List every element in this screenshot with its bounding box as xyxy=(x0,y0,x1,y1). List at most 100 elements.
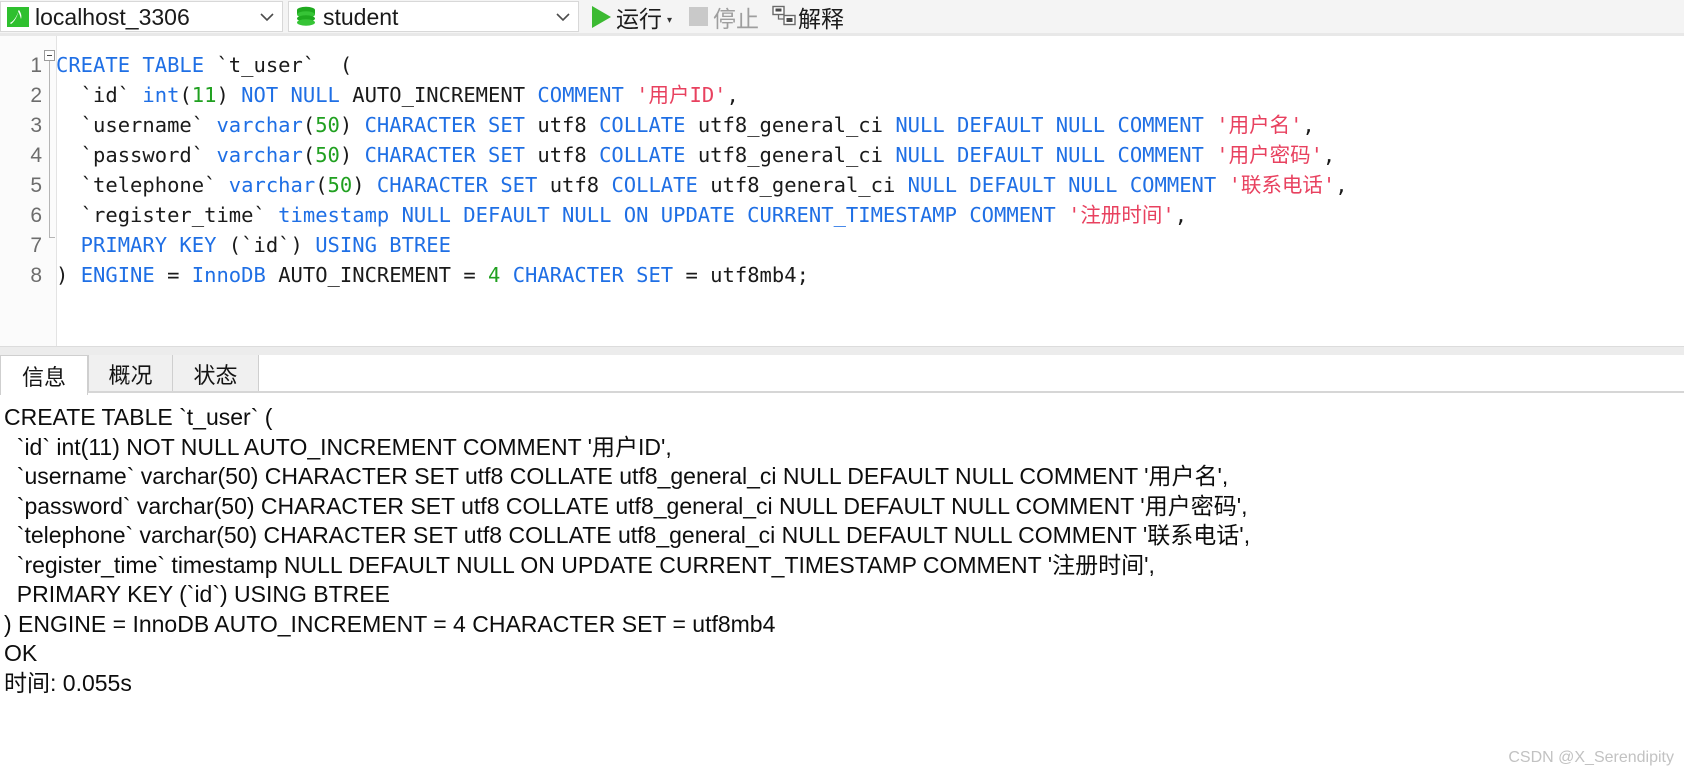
sql-token-pl: utf8 xyxy=(537,143,600,167)
fold-marker xyxy=(42,252,56,282)
sql-token-str: '联系电话' xyxy=(1228,173,1336,197)
sql-line-text: ) ENGINE = InnoDB AUTO_INCREMENT = 4 CHA… xyxy=(56,260,1684,290)
sql-token-pl: , xyxy=(1174,203,1188,227)
sql-token-pl: ) xyxy=(339,143,365,167)
fold-guide-line xyxy=(49,61,50,72)
fold-guide-line xyxy=(49,102,50,132)
run-button[interactable]: 运行 ▾ xyxy=(579,0,676,33)
sql-token-pl: ) xyxy=(56,263,81,287)
stop-button[interactable]: 停止 xyxy=(676,0,763,33)
sql-token-kw: COLLATE xyxy=(599,143,698,167)
database-selector[interactable]: student xyxy=(288,1,579,32)
chevron-down-icon[interactable] xyxy=(548,8,578,26)
fold-marker xyxy=(42,192,56,222)
message-output-panel[interactable]: CREATE TABLE `t_user` ( `id` int(11) NOT… xyxy=(0,394,1684,775)
sql-token-num: 50 xyxy=(315,143,340,167)
output-line: ) ENGINE = InnoDB AUTO_INCREMENT = 4 CHA… xyxy=(4,610,776,637)
sql-line-text: `id` int(11) NOT NULL AUTO_INCREMENT COM… xyxy=(56,80,1684,110)
line-number: 2 xyxy=(30,84,42,107)
toolbar: localhost_3306 student 运行 ▾ 停止 解释 xyxy=(0,0,1684,33)
tab-bar-baseline xyxy=(0,391,1684,393)
sql-token-kw: NULL DEFAULT NULL COMMENT xyxy=(895,143,1217,167)
sql-code-area[interactable]: 1 CREATE TABLE `t_user` ( 2 `id` int(11) N… xyxy=(0,42,1684,287)
line-number: 1 xyxy=(30,54,42,77)
sql-token-pl: utf8 xyxy=(537,113,600,137)
explain-button-label: 解释 xyxy=(798,5,845,32)
sql-token-pl: (`id`) xyxy=(228,233,316,257)
sql-token-pl: ( xyxy=(315,173,328,197)
sql-token-str: '用户ID' xyxy=(636,83,727,107)
output-line: OK xyxy=(4,640,38,666)
fold-marker xyxy=(42,162,56,192)
sql-line-text: `telephone` varchar(50) CHARACTER SET ut… xyxy=(56,170,1684,200)
play-icon xyxy=(592,5,611,28)
line-number: 7 xyxy=(30,234,42,257)
sql-token-kw: timestamp NULL DEFAULT NULL ON UPDATE CU… xyxy=(278,203,1069,227)
output-line: `username` varchar(50) CHARACTER SET utf… xyxy=(4,463,1229,489)
line-number: 8 xyxy=(30,264,42,287)
sql-line-text: CREATE TABLE `t_user` ( xyxy=(56,50,1684,80)
navicat-connection-icon xyxy=(5,4,31,30)
output-line: 时间: 0.055s xyxy=(4,669,132,696)
sql-token-pl: utf8_general_ci xyxy=(710,173,908,197)
sql-token-kw: CHARACTER SET xyxy=(500,263,686,287)
sql-token-str: '用户密码' xyxy=(1216,143,1323,167)
run-button-label: 运行 xyxy=(616,5,662,32)
tab-bar-filler xyxy=(259,355,1684,393)
sql-token-pl: `username` xyxy=(56,113,217,137)
fold-guide-line xyxy=(49,132,50,162)
sql-token-pl: AUTO_INCREMENT xyxy=(352,83,538,107)
stop-button-label: 停止 xyxy=(713,5,760,32)
output-line: `telephone` varchar(50) CHARACTER SET ut… xyxy=(4,522,1251,548)
fold-collapse-icon[interactable] xyxy=(44,50,55,61)
result-tab-bar: 信息 概况 状态 xyxy=(0,355,1684,395)
sql-token-kw: InnoDB xyxy=(191,263,279,287)
sql-editor[interactable]: 1 CREATE TABLE `t_user` ( 2 `id` int(11) N… xyxy=(0,36,1684,346)
tab-profile[interactable]: 概况 xyxy=(88,355,173,393)
chevron-down-icon[interactable] xyxy=(252,8,282,26)
sql-token-pl: , xyxy=(1335,173,1348,197)
sql-token-kw: PRIMARY KEY xyxy=(56,233,229,257)
sql-token-pl: `register_time` xyxy=(56,203,279,227)
sql-token-pl: , xyxy=(1322,143,1336,167)
line-number: 4 xyxy=(30,144,42,167)
sql-token-kw: USING BTREE xyxy=(315,233,451,257)
sql-token-num: 50 xyxy=(327,173,353,197)
sql-token-str: '注册时间' xyxy=(1068,203,1175,227)
navicat-query-editor-window: localhost_3306 student 运行 ▾ 停止 解释 1 CREA… xyxy=(0,0,1684,775)
tab-status[interactable]: 状态 xyxy=(173,355,259,393)
sql-line-text: `password` varchar(50) CHARACTER SET utf… xyxy=(56,140,1684,170)
tab-info[interactable]: 信息 xyxy=(0,355,88,395)
sql-token-kw: CHARACTER SET xyxy=(364,143,538,167)
sql-line-text: PRIMARY KEY (`id`) USING BTREE xyxy=(56,230,1684,260)
sql-token-num: 11 xyxy=(191,83,217,107)
tab-status-label: 状态 xyxy=(193,363,238,388)
panel-splitter[interactable] xyxy=(0,346,1684,355)
sql-token-kw: varchar xyxy=(216,113,303,137)
run-dropdown-caret-icon[interactable]: ▾ xyxy=(667,15,672,26)
fold-marker[interactable] xyxy=(42,42,56,72)
fold-guide-line xyxy=(49,72,50,102)
sql-token-kw: NOT NULL xyxy=(241,83,353,107)
sql-token-pl: ( xyxy=(179,83,192,107)
sql-token-kw: COMMENT xyxy=(537,83,637,107)
sql-token-kw: varchar xyxy=(228,173,316,197)
sql-token-pl: , xyxy=(726,83,739,107)
connection-selector[interactable]: localhost_3306 xyxy=(0,1,283,32)
output-line: PRIMARY KEY (`id`) USING BTREE xyxy=(4,581,390,607)
sql-token-pl: ) xyxy=(339,113,365,137)
sql-token-pl: = xyxy=(167,263,192,287)
sql-token-kw: ENGINE xyxy=(80,263,168,287)
sql-token-pl: ) xyxy=(352,173,377,197)
sql-token-pl: = utf8mb4; xyxy=(685,263,809,287)
line-number: 5 xyxy=(30,174,42,197)
sql-token-str: '用户名' xyxy=(1216,113,1303,137)
fold-guide-end xyxy=(49,222,55,238)
sql-token-pl: AUTO_INCREMENT = xyxy=(278,263,489,287)
line-number: 3 xyxy=(30,114,42,137)
explain-icon xyxy=(771,5,797,29)
explain-button[interactable]: 解释 xyxy=(767,0,848,33)
sql-token-kw: CREATE TABLE xyxy=(56,53,217,77)
sql-token-pl: `password` xyxy=(56,143,217,167)
tab-profile-label: 概况 xyxy=(108,363,153,388)
